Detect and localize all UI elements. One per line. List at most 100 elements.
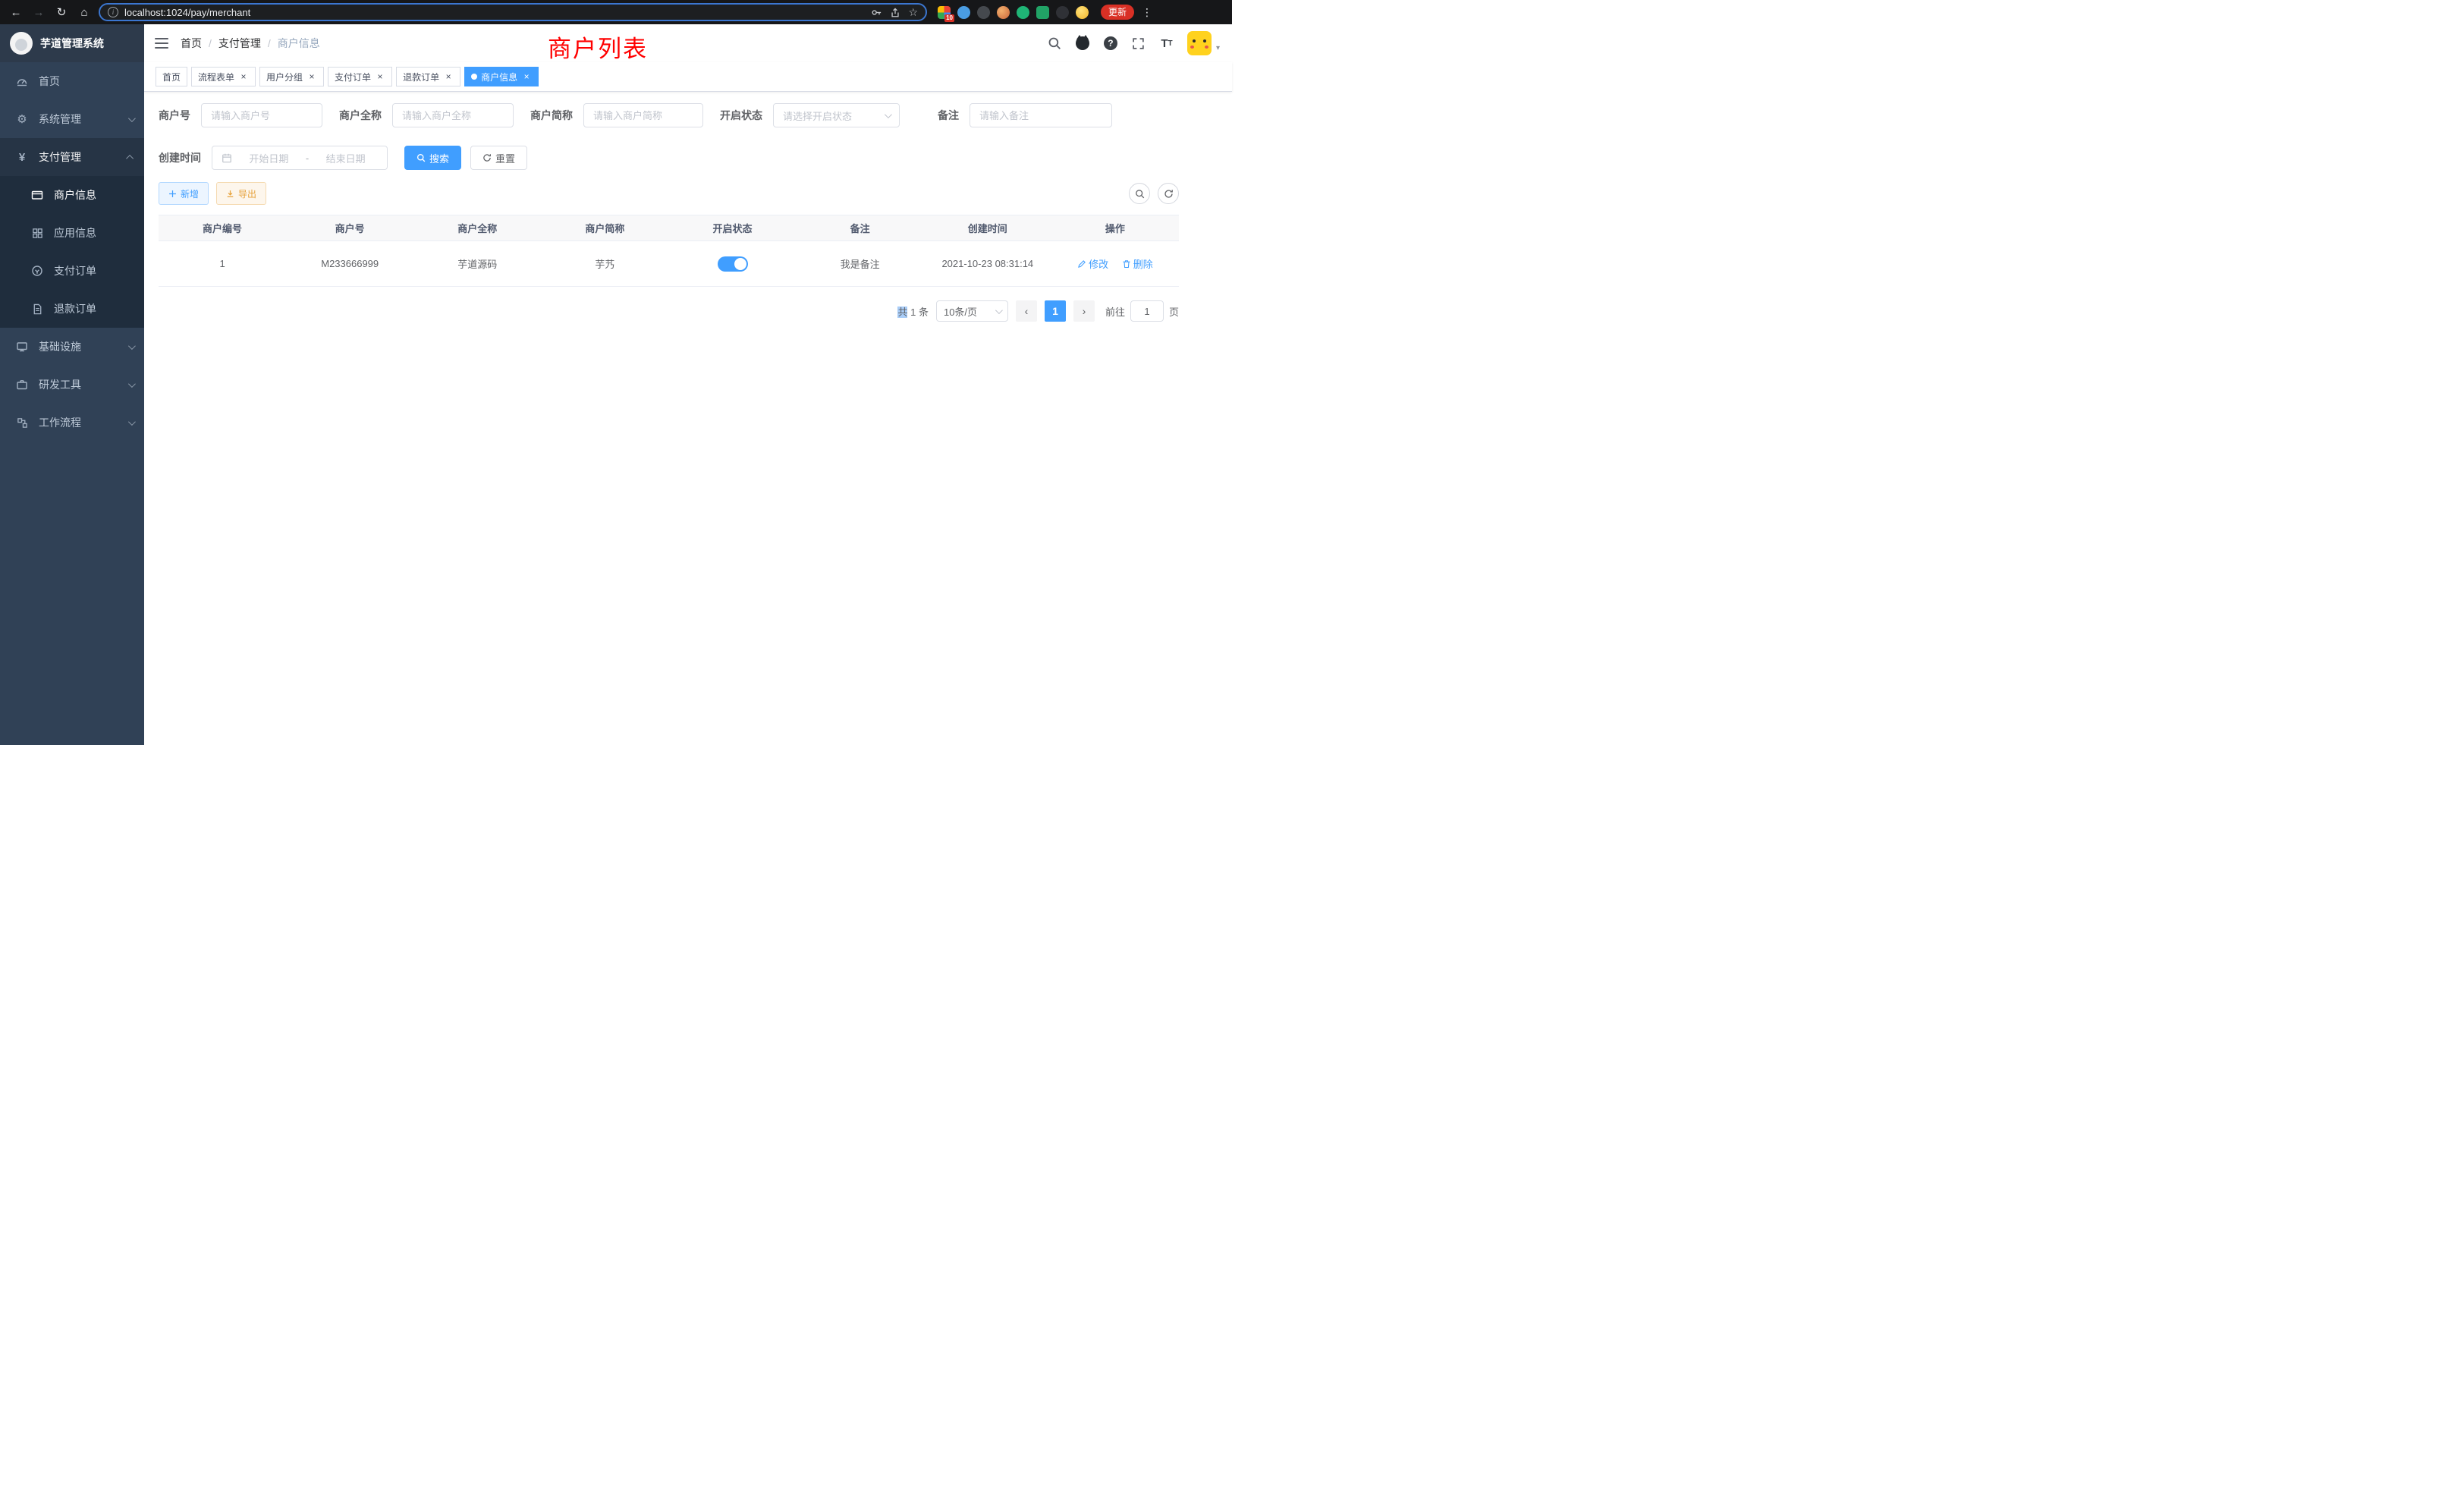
close-icon[interactable]: × xyxy=(443,71,454,82)
pagination-total: 共 1 条 xyxy=(897,304,929,319)
page-size-value: 10条/页 xyxy=(944,304,977,319)
sidebar-item-app-info[interactable]: 应用信息 xyxy=(0,214,144,252)
user-avatar[interactable] xyxy=(1187,31,1212,55)
prev-page-button[interactable]: ‹ xyxy=(1016,300,1037,322)
bookmark-star-icon[interactable]: ☆ xyxy=(908,7,918,17)
search-button[interactable]: 搜索 xyxy=(404,146,461,170)
total-count: 1 xyxy=(910,306,916,318)
export-button[interactable]: 导出 xyxy=(216,182,266,205)
next-page-button[interactable]: › xyxy=(1073,300,1095,322)
delete-link[interactable]: 删除 xyxy=(1122,256,1153,271)
create-time-range-input[interactable]: 开始日期 - 结束日期 xyxy=(212,146,388,170)
address-bar[interactable]: i localhost:1024/pay/merchant ☆ xyxy=(99,3,927,21)
full-name-input[interactable] xyxy=(392,103,514,127)
remark-input[interactable] xyxy=(970,103,1112,127)
sidebar-item-home[interactable]: 首页 xyxy=(0,62,144,100)
refresh-icon[interactable] xyxy=(1158,183,1179,204)
site-info-icon[interactable]: i xyxy=(108,7,118,17)
close-icon[interactable]: × xyxy=(521,71,532,82)
app-header: 首页 / 支付管理 / 商户信息 商户列表 ? TT ▾ xyxy=(144,24,1232,62)
profile-avatar-icon[interactable] xyxy=(1076,6,1089,19)
chevron-up-icon xyxy=(126,154,134,162)
col-remark: 备注 xyxy=(797,215,924,241)
date-end-placeholder[interactable]: 结束日期 xyxy=(313,151,378,165)
goto-page-input[interactable] xyxy=(1130,300,1164,322)
browser-chrome: ← → ↻ ⌂ i localhost:1024/pay/merchant ☆ … xyxy=(0,0,1232,24)
home-icon[interactable]: ⌂ xyxy=(76,4,93,20)
close-icon[interactable]: × xyxy=(238,71,249,82)
password-key-icon[interactable] xyxy=(871,7,882,18)
github-icon[interactable] xyxy=(1075,36,1090,51)
extension-badge: 10 xyxy=(944,14,954,22)
fullscreen-icon[interactable] xyxy=(1131,36,1146,51)
tab-process-form[interactable]: 流程表单 × xyxy=(191,67,256,86)
share-icon[interactable] xyxy=(890,7,900,18)
tab-home[interactable]: 首页 xyxy=(156,67,187,86)
calendar-icon xyxy=(222,152,232,163)
page-size-select[interactable]: 10条/页 xyxy=(936,300,1008,322)
help-icon[interactable]: ? xyxy=(1103,36,1118,51)
reset-button[interactable]: 重置 xyxy=(470,146,527,170)
extension-note-icon[interactable] xyxy=(1036,6,1049,19)
edit-link[interactable]: 修改 xyxy=(1077,256,1108,271)
sidebar-item-system[interactable]: ⚙ 系统管理 xyxy=(0,100,144,138)
extension-check-icon[interactable] xyxy=(1017,6,1029,19)
sidebar-item-refund-order[interactable]: 退款订单 xyxy=(0,290,144,328)
toggle-search-icon[interactable] xyxy=(1129,183,1150,204)
extension-icon[interactable]: 10 xyxy=(938,6,951,19)
cell-merchant-id: 1 xyxy=(159,241,286,287)
merchant-no-input[interactable] xyxy=(201,103,322,127)
status-toggle[interactable] xyxy=(718,256,748,272)
create-time-label: 创建时间 xyxy=(159,150,212,165)
yen-icon: ¥ xyxy=(15,151,29,164)
browser-menu-icon[interactable]: ⋮ xyxy=(1142,6,1152,19)
url-text[interactable]: localhost:1024/pay/merchant xyxy=(124,7,250,18)
search-icon[interactable] xyxy=(1047,36,1062,51)
logo-bar[interactable]: 芋道管理系统 xyxy=(0,24,144,62)
pagination: 共 1 条 10条/页 ‹ 1 › 前往 页 xyxy=(159,300,1179,322)
extension-drop-icon[interactable] xyxy=(957,6,970,19)
avatar-caret-icon[interactable]: ▾ xyxy=(1216,44,1220,52)
status-label: 开启状态 xyxy=(720,108,773,123)
sidebar-item-label: 系统管理 xyxy=(39,112,81,127)
back-icon[interactable]: ← xyxy=(8,4,24,20)
tab-label: 流程表单 xyxy=(198,71,234,83)
col-short-name: 商户简称 xyxy=(541,215,668,241)
total-suffix: 条 xyxy=(919,306,929,318)
sidebar-item-devtools[interactable]: 研发工具 xyxy=(0,366,144,404)
sidebar-item-payment[interactable]: ¥ 支付管理 xyxy=(0,138,144,176)
tab-pay-order[interactable]: 支付订单× xyxy=(328,67,392,86)
sidebar-item-label: 应用信息 xyxy=(54,225,96,240)
forward-icon[interactable]: → xyxy=(30,4,47,20)
page-content: 商户号 商户全称 商户简称 xyxy=(144,92,1232,322)
add-button[interactable]: 新增 xyxy=(159,182,209,205)
status-select[interactable]: 请选择开启状态 xyxy=(773,103,900,127)
payment-submenu: 商户信息 应用信息 支付订单 退款订单 xyxy=(0,176,144,328)
extension-avatar-icon[interactable] xyxy=(997,6,1010,19)
short-name-input[interactable] xyxy=(583,103,703,127)
breadcrumb-payment[interactable]: 支付管理 xyxy=(218,36,261,51)
sidebar-fold-icon[interactable] xyxy=(155,38,168,49)
monitor-icon xyxy=(15,341,29,353)
page-number-button[interactable]: 1 xyxy=(1045,300,1066,322)
sidebar-item-infra[interactable]: 基础设施 xyxy=(0,328,144,366)
reload-icon[interactable]: ↻ xyxy=(53,4,70,20)
browser-update-button[interactable]: 更新 xyxy=(1101,5,1134,20)
sidebar-item-pay-order[interactable]: 支付订单 xyxy=(0,252,144,290)
close-icon[interactable]: × xyxy=(375,71,385,82)
extension-globe-icon[interactable] xyxy=(977,6,990,19)
tab-user-group[interactable]: 用户分组× xyxy=(259,67,324,86)
full-name-label: 商户全称 xyxy=(339,108,392,123)
tab-label: 用户分组 xyxy=(266,71,303,83)
sidebar-item-merchant-info[interactable]: 商户信息 xyxy=(0,176,144,214)
extension-puzzle-icon[interactable] xyxy=(1056,6,1069,19)
tab-refund-order[interactable]: 退款订单× xyxy=(396,67,460,86)
date-start-placeholder[interactable]: 开始日期 xyxy=(237,151,301,165)
tab-merchant-info[interactable]: 商户信息× xyxy=(464,67,539,86)
breadcrumb-home[interactable]: 首页 xyxy=(181,36,202,51)
sidebar-item-workflow[interactable]: 工作流程 xyxy=(0,404,144,442)
app-grid-icon xyxy=(30,228,44,239)
close-icon[interactable]: × xyxy=(306,71,317,82)
font-size-icon[interactable]: TT xyxy=(1159,36,1174,51)
app-title: 芋道管理系统 xyxy=(40,36,104,51)
